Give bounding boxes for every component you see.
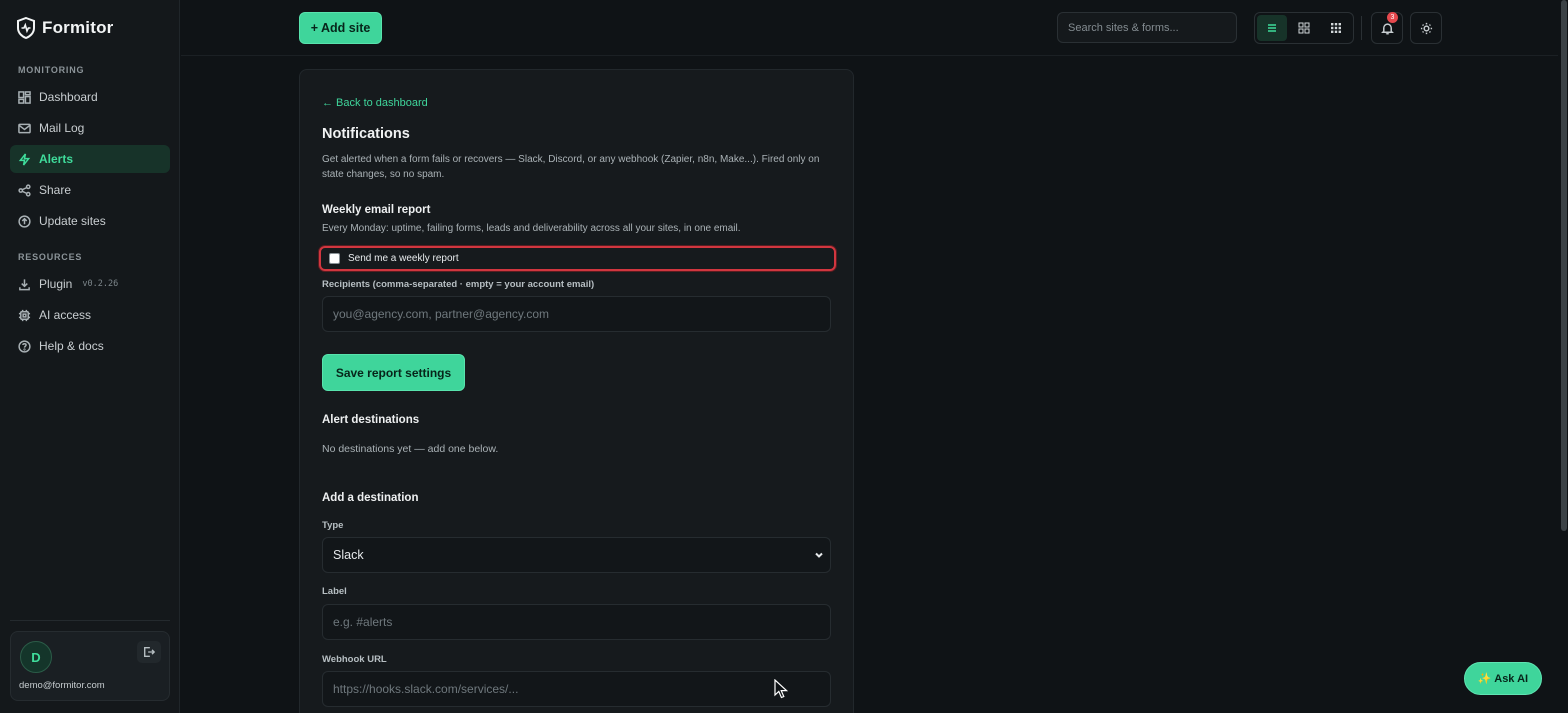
plugin-version: v0.2.26 <box>82 279 119 289</box>
weekly-report-checkbox-row[interactable]: Send me a weekly report <box>319 246 836 271</box>
bell-icon <box>1380 22 1394 35</box>
logout-icon <box>144 647 155 657</box>
sidebar-item-label: Help & docs <box>39 339 104 353</box>
user-email: demo@formitor.com <box>19 680 105 691</box>
alert-destinations-heading: Alert destinations <box>322 414 420 426</box>
page-title: Notifications <box>322 126 410 142</box>
page-scrollbar[interactable] <box>1560 0 1568 713</box>
share-icon <box>18 183 31 197</box>
grid-icon <box>1298 22 1310 34</box>
sidebar-item-plugin[interactable]: Plugin v0.2.26 <box>10 270 170 298</box>
sidebar-item-label: Dashboard <box>39 90 98 104</box>
label-field-label: Label <box>322 586 347 597</box>
add-destination-heading: Add a destination <box>322 492 419 504</box>
mail-icon <box>18 123 31 133</box>
dashboard-icon <box>18 90 31 104</box>
sidebar-item-help-docs[interactable]: Help & docs <box>10 332 170 360</box>
weekly-report-checkbox-label: Send me a weekly report <box>348 253 459 264</box>
weekly-report-heading: Weekly email report <box>322 204 431 216</box>
page-scrollbar-thumb[interactable] <box>1561 0 1567 531</box>
user-divider <box>10 620 170 621</box>
webhook-url-input[interactable] <box>322 671 831 707</box>
sidebar-item-label: AI access <box>39 308 92 322</box>
webhook-url-label: Webhook URL <box>322 654 387 665</box>
add-site-button[interactable]: + Add site <box>299 12 382 44</box>
top-bar: + Add site 3 <box>181 0 1558 56</box>
chip-icon <box>18 309 31 321</box>
monitoring-section-label: MONITORING <box>18 65 85 75</box>
help-icon <box>18 339 31 353</box>
chevron-down-icon <box>815 552 823 558</box>
sidebar-item-label: Update sites <box>39 214 106 228</box>
sidebar-item-ai-access[interactable]: AI access <box>10 301 170 329</box>
sidebar-item-dashboard[interactable]: Dashboard <box>10 83 170 111</box>
compact-grid-icon <box>1331 23 1341 33</box>
type-select-value: Slack <box>333 548 364 562</box>
grid-view-button[interactable] <box>1289 15 1319 41</box>
notifications-panel: ← Back to dashboard Notifications Get al… <box>299 69 854 713</box>
brand-name: Formitor <box>42 18 114 37</box>
back-to-dashboard-link[interactable]: ← Back to dashboard <box>322 97 428 109</box>
label-input[interactable] <box>322 604 831 640</box>
avatar[interactable]: D <box>20 641 52 673</box>
download-icon <box>19 278 30 290</box>
shield-heart-icon <box>17 17 35 39</box>
mouse-cursor-icon <box>774 679 788 699</box>
destinations-empty-text: No destinations yet — add one below. <box>322 443 499 455</box>
notifications-button[interactable]: 3 <box>1371 12 1403 44</box>
sidebar-item-alerts[interactable]: Alerts <box>10 145 170 173</box>
save-report-settings-button[interactable]: Save report settings <box>322 354 465 391</box>
sidebar-item-update-sites[interactable]: Update sites <box>10 207 170 235</box>
sidebar-item-label: Alerts <box>39 152 74 166</box>
theme-toggle-button[interactable] <box>1410 12 1442 44</box>
update-icon <box>18 214 31 228</box>
toolbar-divider <box>1361 16 1362 40</box>
sidebar-item-label: Share <box>39 183 72 197</box>
recipients-label: Recipients (comma-separated · empty = yo… <box>322 279 595 290</box>
sidebar-item-label: Mail Log <box>39 121 85 135</box>
notification-badge: 3 <box>1387 12 1398 23</box>
weekly-report-checkbox[interactable] <box>329 253 340 264</box>
list-view-button[interactable] <box>1257 15 1287 41</box>
ask-ai-button[interactable]: ✨ Ask AI <box>1464 662 1542 695</box>
bolt-icon <box>18 152 31 166</box>
view-toggle-group <box>1254 12 1354 44</box>
list-icon <box>1268 24 1276 32</box>
type-select[interactable]: Slack <box>322 537 831 573</box>
search-input[interactable] <box>1057 12 1237 43</box>
weekly-report-subtitle: Every Monday: uptime, failing forms, lea… <box>322 223 741 234</box>
compact-grid-view-button[interactable] <box>1321 15 1351 41</box>
sun-icon <box>1420 22 1432 34</box>
sidebar-item-share[interactable]: Share <box>10 176 170 204</box>
logout-button[interactable] <box>137 641 161 663</box>
user-card: D demo@formitor.com <box>10 631 170 701</box>
sidebar: Formitor MONITORING Dashboard Mail Log A… <box>0 0 180 713</box>
page-description: Get alerted when a form fails or recover… <box>322 154 820 180</box>
type-label: Type <box>322 520 344 531</box>
resources-section-label: RESOURCES <box>18 252 83 262</box>
sidebar-item-mail-log[interactable]: Mail Log <box>10 114 170 142</box>
recipients-input[interactable] <box>322 296 831 332</box>
brand-logo[interactable]: Formitor <box>16 17 113 39</box>
sidebar-item-label: Plugin <box>39 277 73 291</box>
